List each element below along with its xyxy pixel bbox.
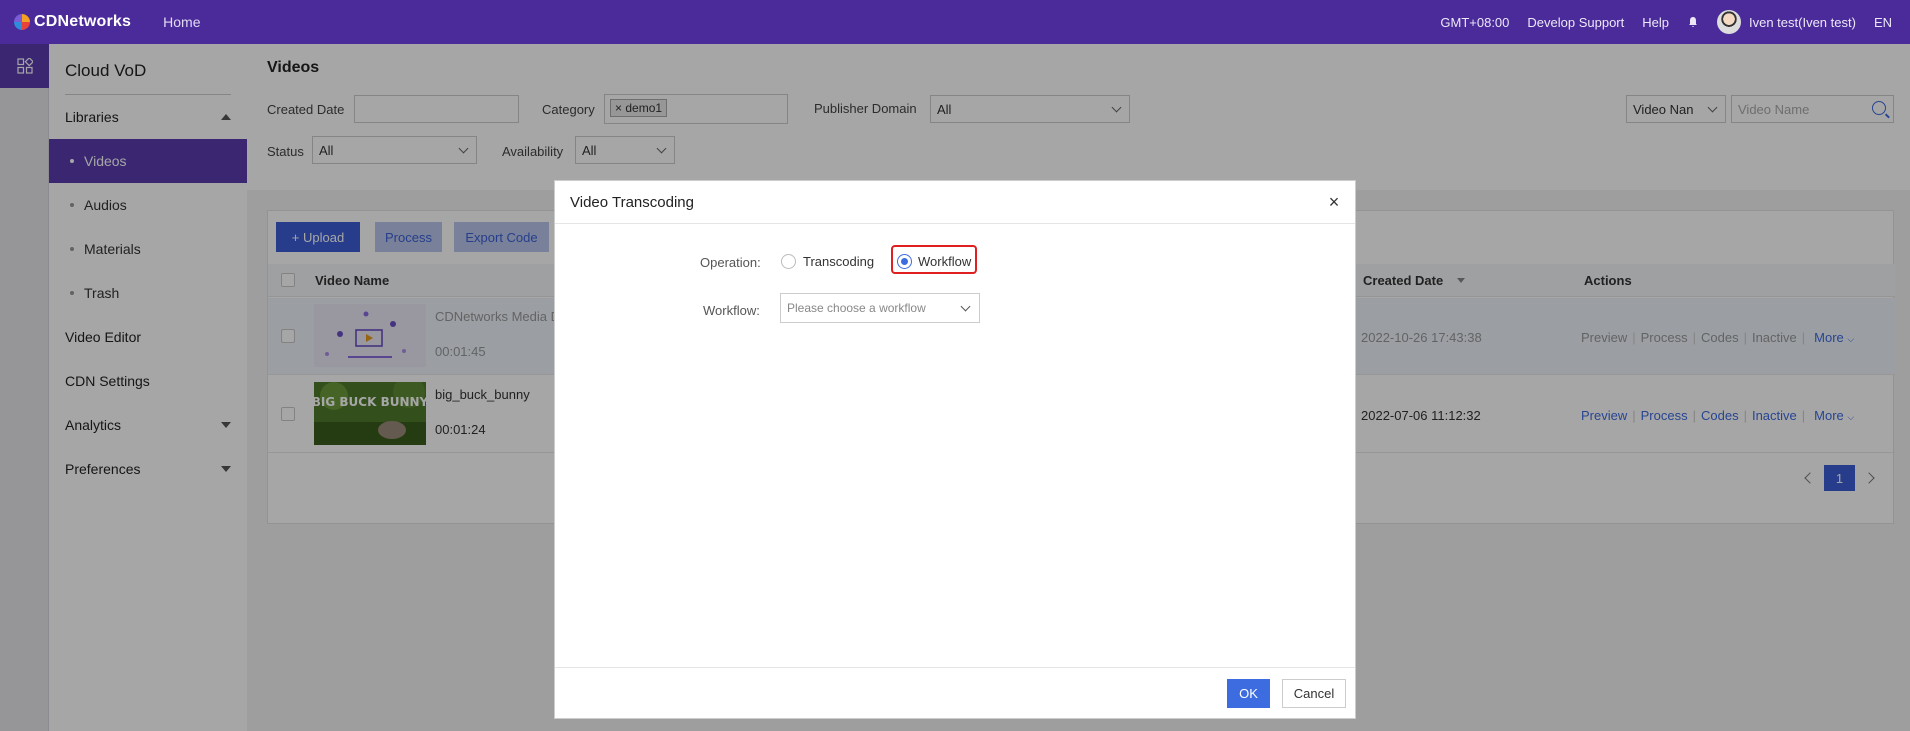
ok-button[interactable]: OK [1227,679,1270,708]
workflow-label: Workflow: [703,303,760,318]
cancel-button[interactable]: Cancel [1282,679,1346,708]
operation-label: Operation: [700,255,761,270]
workflow-select[interactable]: Please choose a workflow [780,293,980,323]
topbar-cover [0,0,1910,44]
workflow-option-label[interactable]: Workflow [918,254,971,269]
video-transcoding-dialog: Video Transcoding × Operation: Transcodi… [554,180,1356,719]
dialog-title: Video Transcoding [570,194,694,211]
close-icon[interactable]: × [1325,193,1343,211]
workflow-radio[interactable] [897,254,912,269]
transcoding-option-label[interactable]: Transcoding [803,254,874,269]
dialog-footer: OK Cancel [555,667,1355,719]
workflow-placeholder: Please choose a workflow [787,301,926,315]
dialog-header: Video Transcoding × [555,181,1355,224]
chevron-down-icon [960,301,971,312]
transcoding-radio[interactable] [781,254,796,269]
